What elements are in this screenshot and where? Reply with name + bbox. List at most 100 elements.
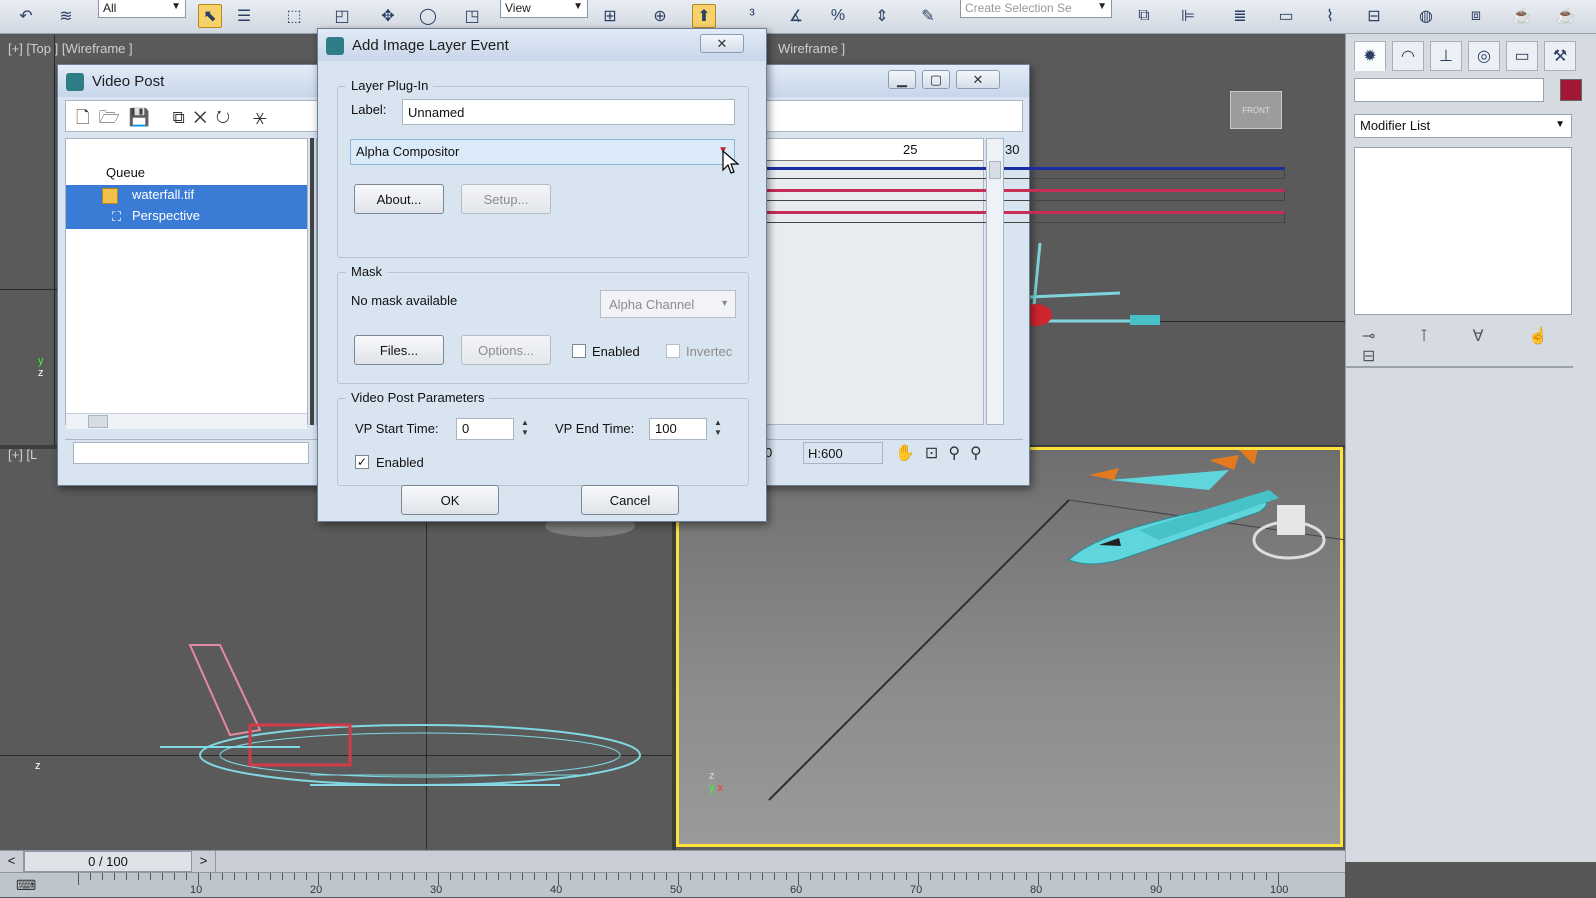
ruler-tick-mark: [1194, 873, 1195, 880]
percent-snap-icon[interactable]: %: [826, 4, 850, 28]
inverted-checkbox[interactable]: [666, 344, 680, 358]
motion-tab-icon[interactable]: ◎: [1468, 41, 1500, 71]
object-name-field[interactable]: [1354, 78, 1544, 102]
schematic-view-icon[interactable]: ⊟: [1362, 4, 1386, 28]
queue-tree[interactable]: Queue waterfall.tif ⛶ Perspective: [65, 138, 308, 429]
about-button[interactable]: About...: [354, 184, 444, 214]
modifier-list-dropdown[interactable]: Modifier List ▼: [1354, 114, 1572, 138]
utilities-tab-icon[interactable]: ⚒: [1544, 41, 1576, 71]
plugin-dropdown[interactable]: Alpha Compositor ▼: [350, 139, 735, 165]
reference-coord-dropdown[interactable]: View ▼: [500, 0, 588, 18]
snaps-toggle-icon[interactable]: ³: [740, 4, 764, 28]
graphite-tools-icon[interactable]: ▭: [1274, 4, 1298, 28]
queue-item-perspective[interactable]: Perspective: [132, 208, 200, 223]
perspective-viewport[interactable]: zy x: [676, 447, 1346, 847]
region-select-icon[interactable]: ⬚: [282, 4, 306, 28]
vp-enabled-label: Enabled: [376, 455, 424, 470]
modify-tab-icon[interactable]: ◠: [1392, 41, 1424, 71]
ruler-tick-mark: [1110, 873, 1111, 880]
rotate-icon[interactable]: ◯: [416, 4, 440, 28]
frame-readout[interactable]: 0 / 100: [24, 851, 192, 872]
dialog-titlebar[interactable]: Add Image Layer Event ✕: [318, 29, 766, 61]
viewcube[interactable]: FRONT: [1230, 91, 1282, 129]
display-tab-icon[interactable]: ▭: [1506, 41, 1538, 71]
ok-button[interactable]: OK: [401, 485, 499, 515]
edit-named-selection-icon[interactable]: ✎: [916, 4, 940, 28]
files-button[interactable]: Files...: [354, 335, 444, 365]
render-setup-icon[interactable]: ⧈: [1464, 4, 1488, 28]
object-color-swatch[interactable]: [1560, 79, 1582, 101]
label-input[interactable]: Unnamed: [402, 99, 735, 125]
align-icon[interactable]: ⊫: [1176, 4, 1200, 28]
queue-splitter[interactable]: [310, 138, 314, 425]
ruler-tick-mark: [102, 873, 103, 880]
queue-hscrollbar[interactable]: [66, 413, 307, 429]
vp-end-spinner[interactable]: ▲ ▼: [711, 418, 725, 440]
modifier-stack[interactable]: [1354, 147, 1572, 315]
cancel-button[interactable]: Cancel: [581, 485, 679, 515]
ruler-tick-mark: [738, 873, 739, 880]
move-icon[interactable]: ✥: [376, 4, 400, 28]
named-selection-dropdown[interactable]: Create Selection Se ▼: [960, 0, 1112, 18]
scrollbar-thumb[interactable]: [989, 161, 1001, 179]
hierarchy-tab-icon[interactable]: ⊥: [1430, 41, 1462, 71]
top-viewport-label[interactable]: [+] [Top ] [Wireframe ]: [8, 41, 133, 56]
time-slider[interactable]: < 0 / 100 >: [0, 850, 1345, 872]
mask-channel-value: Alpha Channel: [609, 297, 695, 312]
angle-snap-icon[interactable]: ∡: [784, 4, 808, 28]
status-field: [73, 442, 309, 464]
close-button[interactable]: ✕: [700, 34, 744, 53]
queue-label[interactable]: Queue: [106, 165, 145, 180]
vp-end-input[interactable]: 100: [649, 418, 707, 440]
mirror-icon[interactable]: ⧉: [1132, 4, 1156, 28]
undo-icon[interactable]: ↶: [14, 4, 38, 28]
queue-item-waterfall[interactable]: waterfall.tif: [132, 187, 194, 202]
scale-icon[interactable]: ◳: [460, 4, 484, 28]
ruler-tick-mark: [1266, 873, 1267, 880]
pan-zoom-icons[interactable]: ✋⊡⚲⚲: [895, 443, 992, 463]
rendered-frame-icon[interactable]: ☕: [1510, 4, 1534, 28]
grid-line: [0, 289, 60, 290]
render-production-icon[interactable]: ☕: [1554, 4, 1578, 28]
window-crossing-icon[interactable]: ◰: [330, 4, 354, 28]
create-tab-icon[interactable]: ✹: [1354, 41, 1386, 71]
vp-enabled-checkbox[interactable]: ✓: [355, 455, 369, 469]
ruler-tick-mark: [1026, 873, 1027, 880]
layer-manager-icon[interactable]: ≣: [1228, 4, 1252, 28]
left-viewport-label[interactable]: [+] [L: [8, 447, 37, 462]
mask-channel-dropdown[interactable]: Alpha Channel ▼: [600, 290, 736, 318]
ruler-tick-mark: [78, 873, 79, 885]
setup-button[interactable]: Setup...: [461, 184, 551, 214]
spinner-snap-icon[interactable]: ⇕: [870, 4, 894, 28]
next-frame-arrow-icon[interactable]: >: [192, 851, 216, 872]
pivot-center-icon[interactable]: ⊞: [598, 4, 622, 28]
maximize-button[interactable]: ▢: [922, 70, 950, 89]
prev-frame-arrow-icon[interactable]: <: [0, 851, 24, 872]
vp-start-spinner[interactable]: ▲ ▼: [518, 418, 532, 440]
scrollbar-thumb[interactable]: [88, 415, 108, 428]
redo-icon[interactable]: ≋: [54, 4, 78, 28]
front-viewport-label[interactable]: Wireframe ]: [778, 41, 845, 56]
mask-enabled-checkbox[interactable]: [572, 344, 586, 358]
curve-editor-icon[interactable]: ⌇: [1318, 4, 1342, 28]
select-manipulate-icon[interactable]: ⊕: [648, 4, 672, 28]
ruler-tick-label: 90: [1150, 884, 1163, 896]
selection-filter-dropdown[interactable]: All ▼: [98, 0, 186, 18]
timeline-vscrollbar[interactable]: [986, 138, 1004, 425]
mini-curve-editor-icon[interactable]: ⌨: [16, 877, 42, 895]
select-by-name-icon[interactable]: ☰: [232, 4, 256, 28]
axis-gizmo-top: yz: [38, 355, 44, 379]
material-editor-icon[interactable]: ◍: [1414, 4, 1438, 28]
select-object-icon[interactable]: ⬉: [198, 4, 222, 28]
mask-group-title: Mask: [346, 264, 388, 279]
close-button[interactable]: ✕: [956, 70, 1000, 89]
track-bar-ruler[interactable]: ⌨ 10 20 30 40 50 60 70 80 90 100: [0, 872, 1345, 897]
chevron-down-icon: ▼: [1555, 119, 1565, 130]
panel-separator: [1346, 366, 1573, 368]
ruler-tick-mark: [1218, 873, 1219, 880]
options-button[interactable]: Options...: [461, 335, 551, 365]
minimize-button[interactable]: ▁: [888, 70, 916, 89]
vp-start-input[interactable]: 0: [456, 418, 514, 440]
ruler-tick-mark: [654, 873, 655, 880]
keyboard-shortcut-override-icon[interactable]: ⬆: [692, 4, 716, 28]
